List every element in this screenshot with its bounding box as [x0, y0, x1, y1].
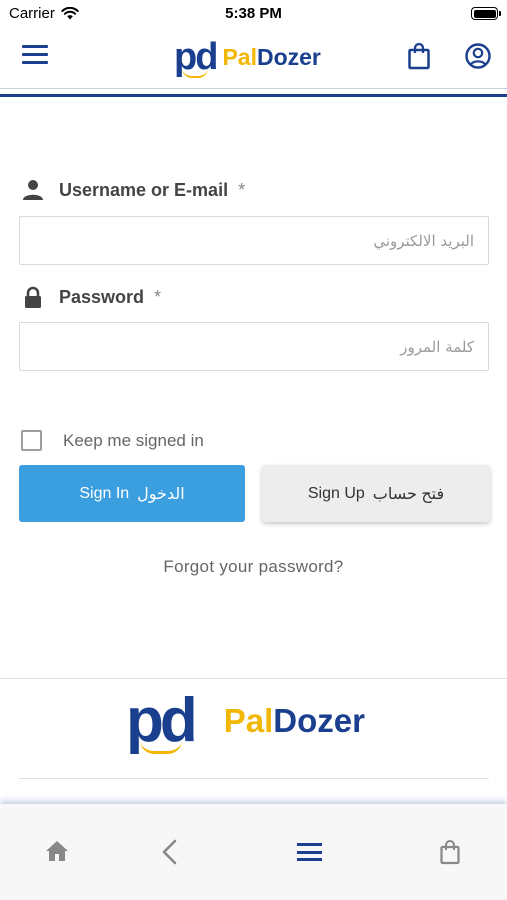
username-label: Username or E-mail * — [22, 179, 245, 201]
footer-brand-name: PalDozer — [223, 702, 365, 739]
username-input[interactable] — [19, 216, 489, 265]
forgot-password-link[interactable]: Forgot your password? — [0, 557, 507, 577]
shopping-bag-icon[interactable] — [407, 42, 431, 70]
footer-logo: pd PalDozer — [126, 686, 365, 755]
back-icon[interactable] — [160, 839, 178, 865]
account-icon[interactable] — [464, 42, 492, 70]
menu-icon[interactable] — [297, 843, 322, 866]
sign-in-button[interactable]: Sign In الدخول — [19, 465, 245, 522]
hamburger-menu-icon[interactable] — [22, 45, 48, 65]
footer-divider-bottom — [19, 778, 489, 779]
brand-mark: pd — [174, 36, 218, 78]
footer-brand-mark: pd — [126, 686, 198, 755]
required-marker: * — [154, 286, 162, 307]
brand-logo[interactable]: pd PalDozer — [174, 36, 321, 78]
sign-up-button[interactable]: Sign Up فتح حساب — [262, 465, 490, 522]
lock-icon — [25, 286, 41, 308]
top-nav: pd PalDozer — [0, 28, 507, 86]
password-label: Password * — [22, 286, 161, 308]
keep-signed-in-checkbox[interactable] — [21, 430, 42, 451]
keep-signed-in-label: Keep me signed in — [63, 430, 204, 450]
bag-icon[interactable] — [439, 839, 461, 865]
person-icon — [23, 180, 43, 200]
home-icon[interactable] — [44, 839, 70, 863]
clock: 5:38 PM — [225, 5, 282, 22]
password-input[interactable] — [19, 322, 489, 371]
required-marker: * — [238, 179, 246, 200]
header-divider — [0, 86, 507, 98]
brand-name: PalDozer — [222, 44, 321, 70]
bottom-nav-bar — [0, 804, 507, 900]
footer-divider — [0, 678, 507, 679]
keep-signed-in-row[interactable]: Keep me signed in — [21, 430, 204, 451]
battery-icon — [471, 7, 501, 20]
status-bar: Carrier 5:38 PM — [0, 0, 507, 28]
